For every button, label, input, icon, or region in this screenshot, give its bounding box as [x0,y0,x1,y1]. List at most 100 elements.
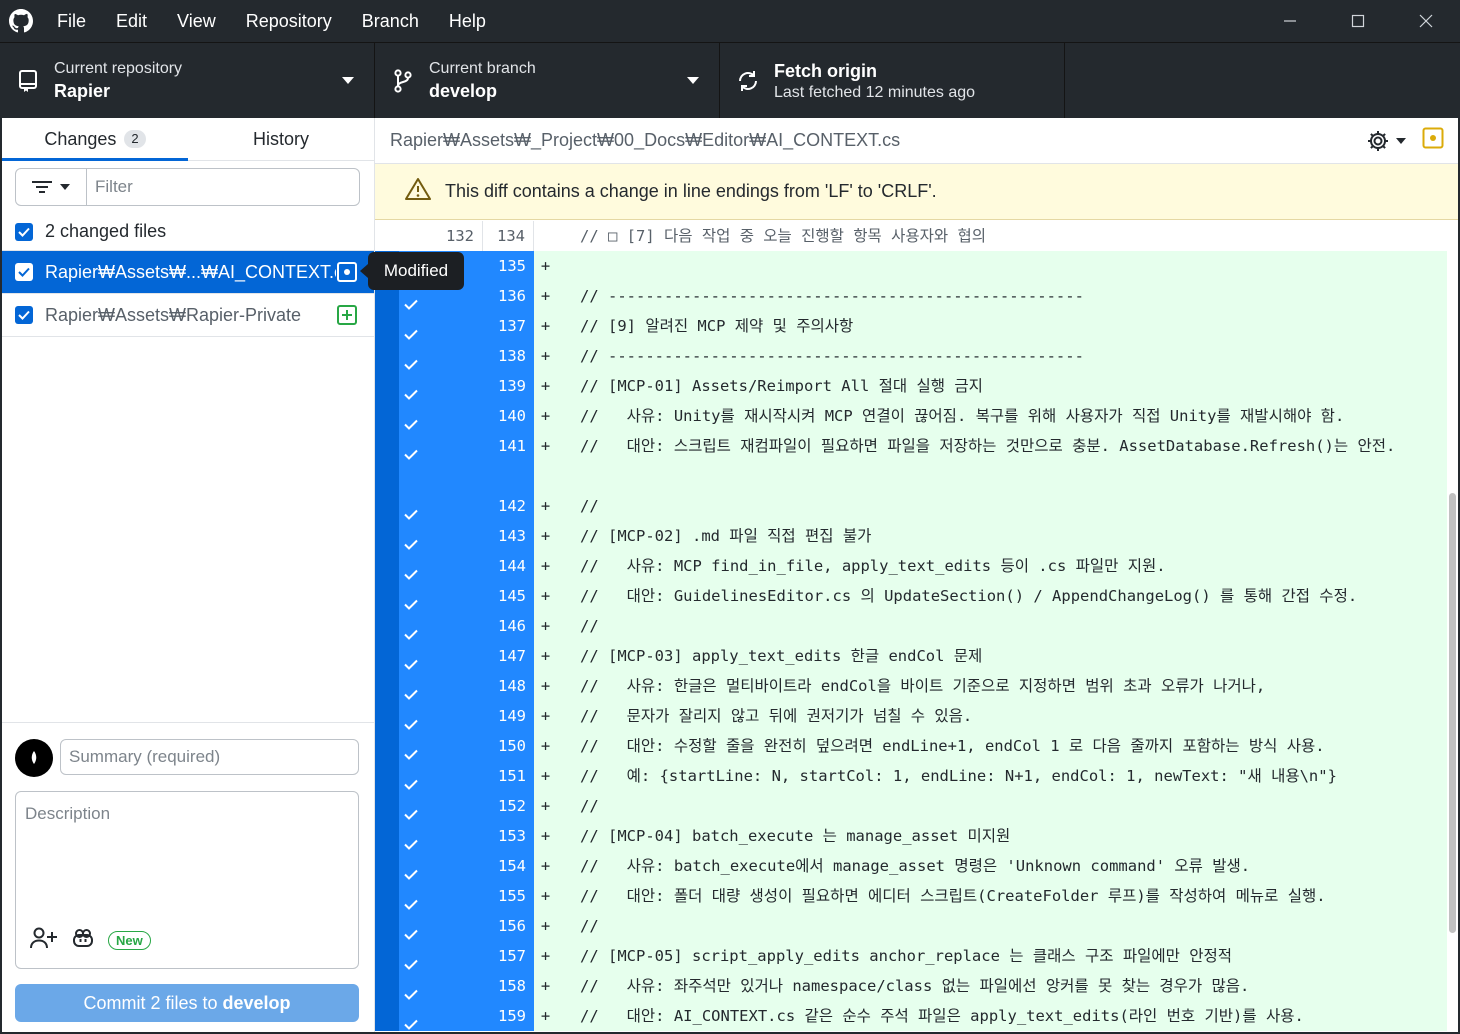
diff-line[interactable]: 150 +// 대안: 수정할 줄을 완전히 덮으려면 endLine+1, en… [375,731,1447,761]
diff-line-selection-strip [375,881,399,911]
current-repository-button[interactable]: Current repository Rapier [0,43,375,119]
branch-name: develop [429,81,498,101]
old-line-number[interactable] [399,911,483,941]
select-all-checkbox[interactable] [15,222,33,241]
tab-changes-label: Changes [44,128,117,149]
old-line-number[interactable] [399,371,483,401]
maximize-icon[interactable] [1324,0,1392,42]
tab-changes[interactable]: Changes 2 [2,118,188,161]
old-line-number[interactable] [399,581,483,611]
menu-file[interactable]: File [42,0,101,42]
commit-area: Description New Commit 2 files to develo… [2,722,374,1032]
old-line-number[interactable] [399,701,483,731]
diff-line[interactable]: 152 +// [375,791,1447,821]
old-line-number[interactable] [399,611,483,641]
diff-line[interactable]: 158 +// 사유: 좌주석만 있거나 namespace/class 없는 파… [375,971,1447,1001]
old-line-number[interactable] [399,431,483,491]
file-name: Rapier₩Assets₩...₩AI_CONTEXT.cs [45,261,336,282]
diff-code: // 대안: 수정할 줄을 완전히 덮으려면 endLine+1, endCol… [557,731,1447,761]
tab-history[interactable]: History [188,118,374,160]
diff-line[interactable]: 140 +// 사유: Unity를 재시작시켜 MCP 연결이 끊어짐. 복구를… [375,401,1447,431]
diff-line[interactable]: 135 + [375,251,1447,281]
add-coauthor-icon[interactable] [30,927,58,954]
file-row-rapier-private[interactable]: Rapier₩Assets₩Rapier-Private [2,294,374,337]
old-line-number[interactable] [399,521,483,551]
commit-summary-input[interactable] [60,739,359,775]
diff-line-selection-strip [375,401,399,431]
old-line-number[interactable] [399,551,483,581]
diff-line[interactable]: 137 +// [9] 알려진 MCP 제약 및 주의사항 [375,311,1447,341]
old-line-number[interactable] [399,641,483,671]
old-line-number[interactable] [399,881,483,911]
diff-line[interactable]: 142 +// [375,491,1447,521]
diff-line[interactable]: 146 +// [375,611,1447,641]
diff-line[interactable]: 144 +// 사유: MCP find_in_file, apply_text_… [375,551,1447,581]
diff-line-selection-strip [375,851,399,881]
old-line-number[interactable] [399,491,483,521]
menu-branch[interactable]: Branch [347,0,434,42]
diff-sign: + [534,761,557,791]
file-checkbox[interactable] [15,306,33,324]
old-line-number[interactable] [399,401,483,431]
filter-input[interactable] [87,168,360,206]
old-line-number[interactable] [399,761,483,791]
diff-line[interactable]: 136 +// ---------------------------------… [375,281,1447,311]
menu-help[interactable]: Help [434,0,501,42]
diff-line[interactable]: 151 +// 예: {startLine: N, startCol: 1, en… [375,761,1447,791]
diff-line[interactable]: 159 +// 대안: AI_CONTEXT.cs 같은 순수 주석 파일은 ap… [375,1001,1447,1031]
diff-line[interactable]: 147 +// [MCP-03] apply_text_edits 한글 endC… [375,641,1447,671]
diff-line[interactable]: 145 +// 대안: GuidelinesEditor.cs 의 UpdateS… [375,581,1447,611]
new-line-number: 139 [483,371,534,401]
minimize-icon[interactable] [1256,0,1324,42]
old-line-number[interactable] [399,341,483,371]
menu-bar: File Edit View Repository Branch Help [42,0,501,42]
filter-row [2,161,374,213]
scrollbar-thumb[interactable] [1449,493,1456,933]
diff-line[interactable]: 148 +// 사유: 한글은 멀티바이트라 endCol을 바이트 기준으로 지… [375,671,1447,701]
branch-label: Current branch [429,60,536,77]
old-line-number[interactable] [399,731,483,761]
old-line-number[interactable] [399,1001,483,1031]
old-line-number[interactable] [399,821,483,851]
gear-icon[interactable] [1366,129,1406,153]
scrollbar[interactable] [1447,221,1458,1032]
commit-description-field[interactable]: Description New [15,791,359,969]
fetch-origin-button[interactable]: Fetch origin Last fetched 12 minutes ago [720,43,1065,119]
menu-repository[interactable]: Repository [231,0,347,42]
old-line-number[interactable] [399,971,483,1001]
diff-line[interactable]: 141 +// 대안: 스크립트 재컴파일이 필요하면 파일을 저장하는 것만으로… [375,431,1447,491]
diff-sign: + [534,851,557,881]
diff-sign: + [534,971,557,1001]
diff-line[interactable]: 156 +// [375,911,1447,941]
diff-line[interactable]: 154 +// 사유: batch_execute에서 manage_asset … [375,851,1447,881]
diff-line[interactable]: 149 +// 문자가 잘리지 않고 뒤에 권저기가 넘칠 수 있음. [375,701,1447,731]
menu-edit[interactable]: Edit [101,0,162,42]
diff-code: // [557,491,1447,521]
old-line-number[interactable] [399,671,483,701]
diff-line[interactable]: 143 +// [MCP-02] .md 파일 직접 편집 불가 [375,521,1447,551]
copilot-icon[interactable] [72,928,94,953]
close-icon[interactable] [1392,0,1460,42]
diff-line[interactable]: 157 +// [MCP-05] script_apply_edits ancho… [375,941,1447,971]
diff-line[interactable]: 138 +// ---------------------------------… [375,341,1447,371]
filter-options-button[interactable] [15,168,87,206]
old-line-number[interactable] [399,941,483,971]
file-row-ai-context[interactable]: Rapier₩Assets₩...₩AI_CONTEXT.cs [2,251,374,294]
diff-line-selection-strip [375,1001,399,1031]
file-checkbox[interactable] [15,263,33,281]
diff-sign [534,221,557,251]
old-line-number[interactable] [399,311,483,341]
current-branch-button[interactable]: Current branch develop [375,43,720,119]
diff-line[interactable]: 153 +// [MCP-04] batch_execute 는 manage_a… [375,821,1447,851]
diff-line[interactable]: 139 +// [MCP-01] Assets/Reimport All 절대 실… [375,371,1447,401]
diff-code: // [MCP-02] .md 파일 직접 편집 불가 [557,521,1447,551]
menu-view[interactable]: View [162,0,231,42]
branch-icon [391,69,415,93]
old-line-number[interactable] [399,791,483,821]
new-line-number: 157 [483,941,534,971]
old-line-number[interactable] [399,851,483,881]
diff-line-selection-strip [375,341,399,371]
diff-sign: + [534,311,557,341]
commit-button[interactable]: Commit 2 files to develop [15,984,359,1022]
diff-line[interactable]: 155 +// 대안: 폴더 대량 생성이 필요하면 에디터 스크립트(Creat… [375,881,1447,911]
